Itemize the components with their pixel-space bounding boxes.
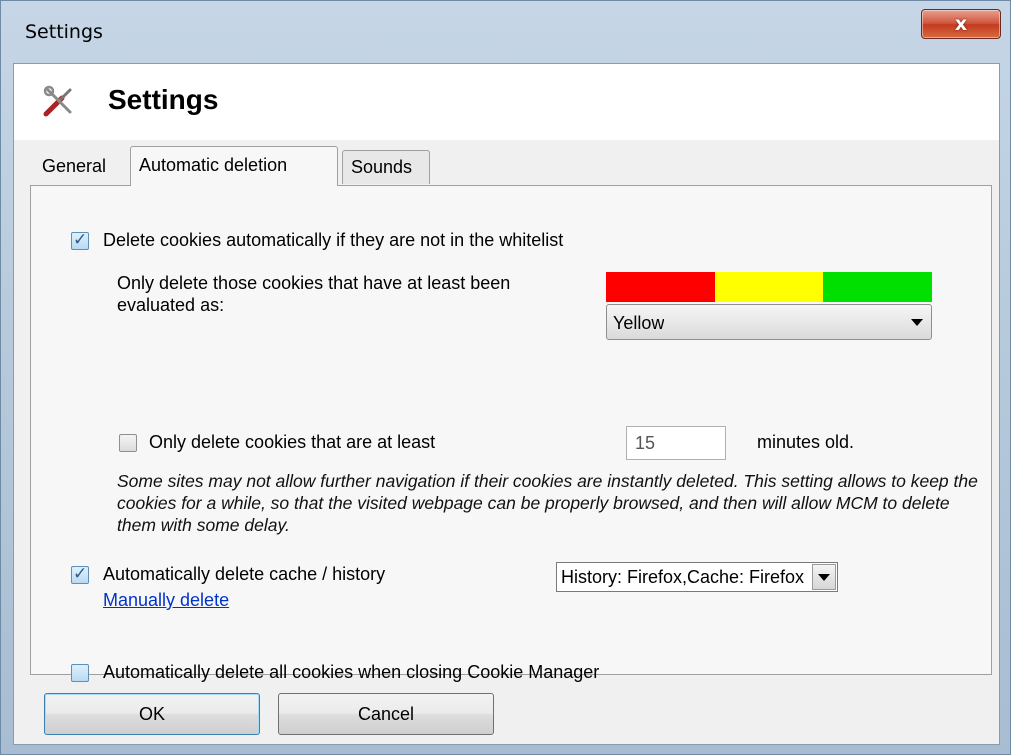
tab-sounds[interactable]: Sounds bbox=[342, 150, 430, 184]
close-icon: x bbox=[954, 13, 968, 35]
ok-button[interactable]: OK bbox=[44, 693, 260, 735]
chevron-down-icon bbox=[911, 319, 923, 326]
delete-not-whitelisted-label[interactable]: Delete cookies automatically if they are… bbox=[103, 230, 563, 251]
cache-history-select-value: History: Firefox,Cache: Firefox bbox=[561, 567, 805, 587]
rating-red bbox=[606, 272, 715, 302]
dialog-header: Settings bbox=[14, 64, 999, 140]
tab-automatic-deletion[interactable]: Automatic deletion bbox=[130, 146, 338, 186]
tab-strip: General Automatic deletion Sounds bbox=[32, 144, 992, 186]
close-button[interactable]: x bbox=[921, 9, 1001, 39]
rating-select[interactable]: Yellow bbox=[606, 304, 932, 340]
dropdown-button[interactable] bbox=[812, 564, 836, 590]
delete-not-whitelisted-checkbox[interactable] bbox=[71, 230, 89, 250]
rating-yellow bbox=[714, 272, 824, 302]
manually-delete-link[interactable]: Manually delete bbox=[103, 590, 229, 611]
dialog-client: Settings General Automatic deletion Soun… bbox=[13, 63, 1000, 745]
title-bar: Settings x bbox=[1, 1, 1010, 63]
age-minutes-input[interactable]: 15 bbox=[626, 426, 726, 460]
tab-general[interactable]: General bbox=[34, 150, 126, 184]
window-title: Settings bbox=[25, 21, 103, 43]
chevron-down-icon bbox=[818, 574, 830, 581]
settings-window: Settings x Settings General Automatic de… bbox=[0, 0, 1011, 755]
cache-history-label[interactable]: Automatically delete cache / history bbox=[103, 564, 385, 585]
rating-color-bar bbox=[606, 272, 933, 302]
tools-icon bbox=[43, 85, 72, 117]
cancel-button[interactable]: Cancel bbox=[278, 693, 494, 735]
evaluated-label: Only delete those cookies that have at l… bbox=[117, 273, 511, 315]
automatic-deletion-panel: Delete cookies automatically if they are… bbox=[30, 185, 992, 682]
age-label[interactable]: Only delete cookies that are at least bbox=[149, 432, 435, 453]
delay-note: Some sites may not allow further navigat… bbox=[117, 471, 978, 535]
age-checkbox[interactable] bbox=[119, 434, 137, 452]
cache-history-select[interactable]: History: Firefox,Cache: Firefox bbox=[556, 562, 838, 592]
delete-on-close-label[interactable]: Automatically delete all cookies when cl… bbox=[103, 662, 599, 683]
age-unit-label: minutes old. bbox=[757, 432, 855, 452]
page-title: Settings bbox=[108, 84, 219, 115]
rating-select-value: Yellow bbox=[613, 313, 665, 333]
cache-history-checkbox[interactable] bbox=[71, 564, 89, 584]
rating-green bbox=[823, 272, 933, 302]
delete-on-close-checkbox[interactable] bbox=[71, 664, 89, 682]
